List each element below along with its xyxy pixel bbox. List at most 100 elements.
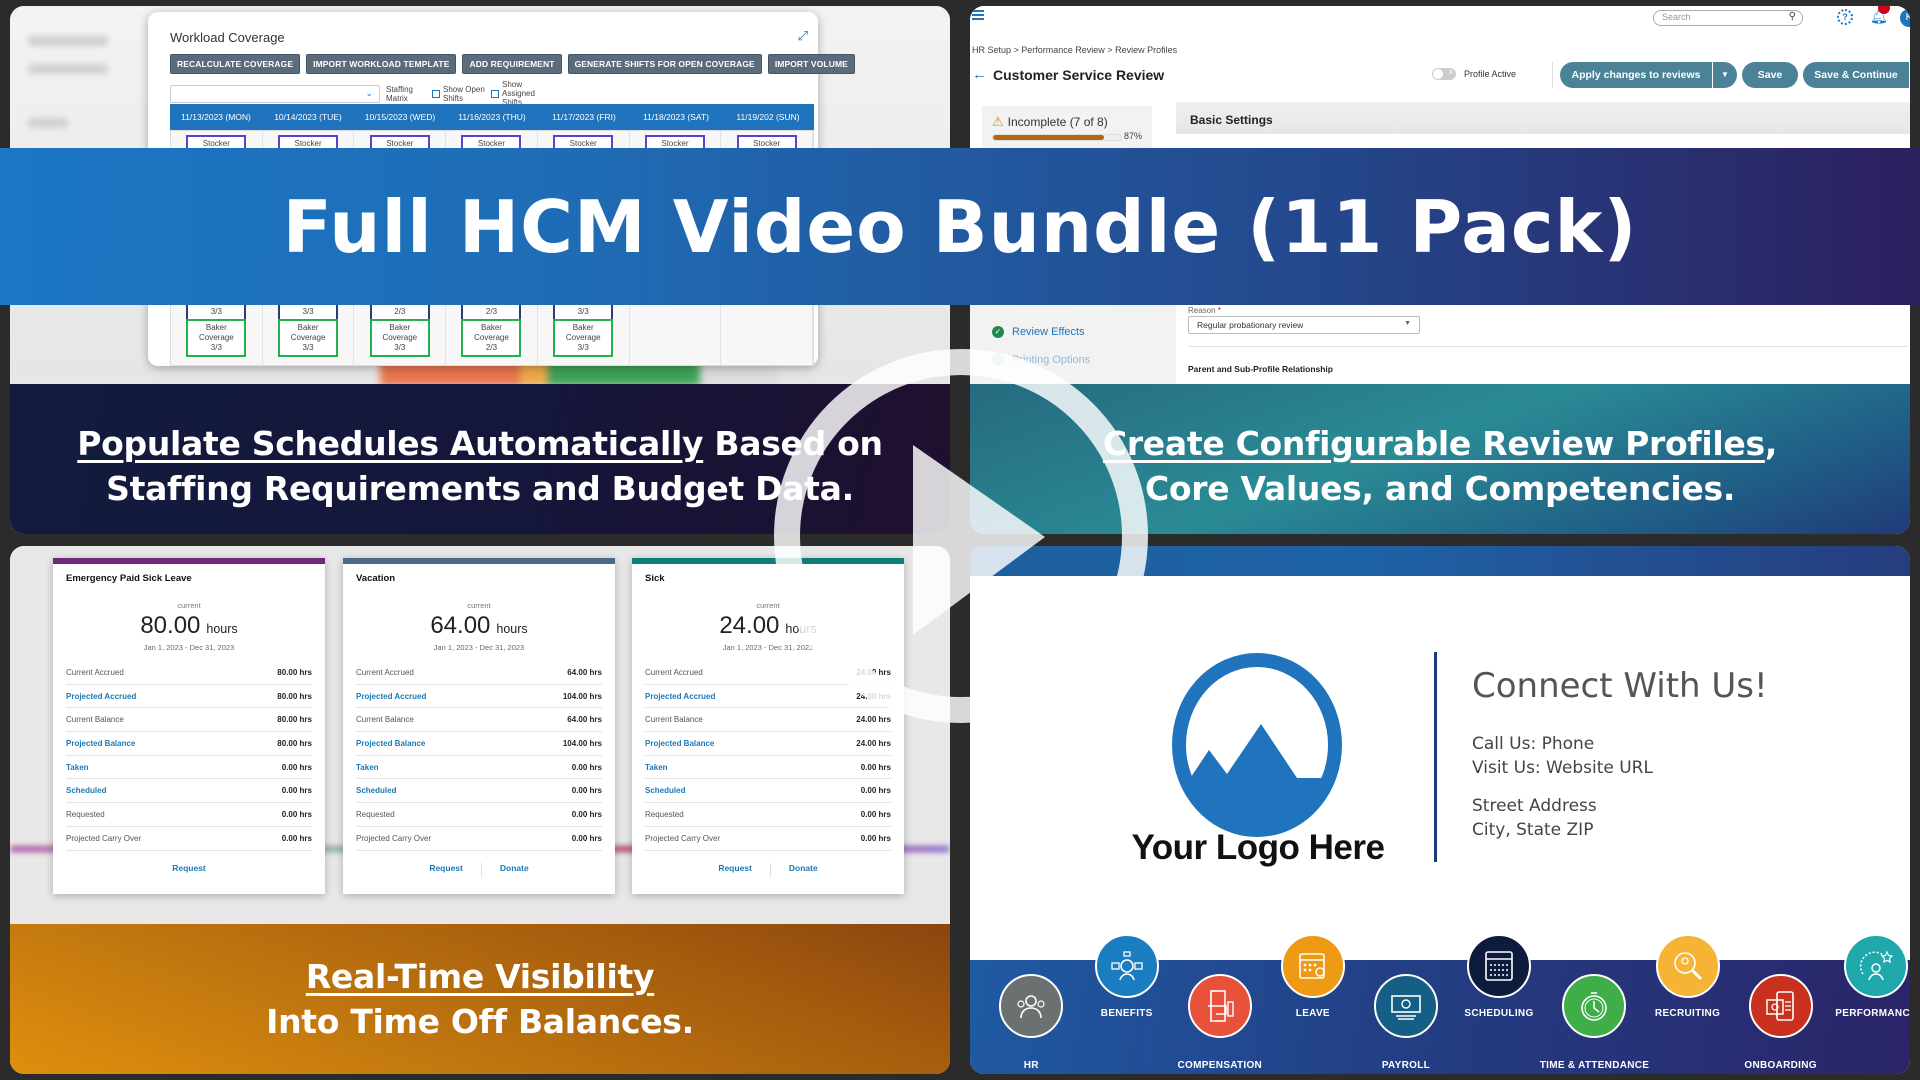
baker-coverage-cell[interactable]: Baker Coverage 3/3 bbox=[278, 319, 339, 357]
row-label[interactable]: Scheduled bbox=[66, 786, 106, 795]
request-link[interactable]: Request bbox=[411, 863, 481, 877]
module-circle bbox=[1655, 934, 1720, 998]
baker-coverage-cell[interactable]: Baker Coverage 3/3 bbox=[186, 319, 247, 357]
play-icon bbox=[913, 445, 1045, 635]
balance-row[interactable]: Projected Accrued 104.00 hrs bbox=[356, 685, 602, 709]
row-label[interactable]: Projected Accrued bbox=[356, 692, 426, 701]
row-label[interactable]: Projected Accrued bbox=[66, 692, 136, 701]
row-label[interactable]: Taken bbox=[356, 763, 379, 772]
toggle-switch[interactable]: x bbox=[1432, 67, 1456, 80]
balance-row[interactable]: Projected Balance 104.00 hrs bbox=[356, 732, 602, 756]
balance-row[interactable]: Taken 0.00 hrs bbox=[356, 756, 602, 780]
card-title: Emergency Paid Sick Leave bbox=[66, 573, 192, 584]
show-open-shifts-checkbox[interactable]: Show Open Shifts bbox=[432, 85, 485, 103]
profile-active-toggle[interactable]: x Profile Active bbox=[1432, 67, 1516, 80]
chevron-down-icon: ▼ bbox=[1404, 320, 1411, 327]
back-arrow-icon[interactable]: ← bbox=[972, 66, 987, 83]
request-link[interactable]: Request bbox=[700, 863, 770, 877]
module-circle bbox=[999, 974, 1064, 1038]
search-input[interactable]: Search ⚲ bbox=[1653, 10, 1803, 26]
generate-shifts-button[interactable]: GENERATE SHIFTS FOR OPEN COVERAGE bbox=[567, 54, 762, 74]
apply-dropdown-button[interactable]: ▼ bbox=[1713, 62, 1737, 88]
cell-label: Baker Coverage bbox=[290, 323, 326, 342]
balance-row[interactable]: Taken 0.00 hrs bbox=[645, 756, 891, 780]
row-label[interactable]: Projected Accrued bbox=[645, 692, 715, 701]
row-value: 24.00 hrs bbox=[856, 738, 891, 748]
show-assigned-shifts-checkbox[interactable]: Show Assigned Shifts bbox=[491, 80, 550, 107]
hours-value: 64.00 bbox=[430, 612, 491, 639]
module-circle bbox=[1466, 934, 1531, 998]
recruiting-icon bbox=[1673, 952, 1702, 981]
row-label[interactable]: Scheduled bbox=[356, 786, 396, 795]
balance-row[interactable]: Scheduled 0.00 hrs bbox=[66, 779, 312, 804]
module-payroll[interactable]: PAYROLL bbox=[1373, 974, 1438, 1071]
baker-coverage-cell[interactable]: Baker Coverage 2/3 bbox=[461, 319, 522, 357]
row-label: Current Accrued bbox=[356, 667, 414, 677]
breadcrumb[interactable]: HR Setup > Performance Review > Review P… bbox=[972, 45, 1177, 55]
module-hr[interactable]: HR bbox=[999, 974, 1064, 1071]
current-label: current bbox=[467, 601, 491, 610]
divider bbox=[1434, 652, 1437, 862]
caption-line-2: Into Time Off Balances. bbox=[266, 1002, 694, 1041]
day-header: 11/18/2023 (SAT) bbox=[643, 112, 709, 122]
banner-title: Full HCM Video Bundle (11 Pack) bbox=[282, 184, 1638, 269]
module-time-attendance[interactable]: TIME & ATTENDANCE bbox=[1540, 974, 1649, 1071]
checkbox-icon[interactable] bbox=[491, 89, 499, 98]
save-button[interactable]: Save bbox=[1742, 62, 1798, 88]
module-recruiting[interactable]: RECRUITING bbox=[1655, 934, 1720, 1019]
module-circle bbox=[1280, 934, 1345, 998]
street-text: Street Address bbox=[1472, 796, 1597, 816]
module-scheduling[interactable]: SCHEDULING bbox=[1464, 934, 1533, 1019]
step-review-effects[interactable]: ✓ Review Effects bbox=[992, 326, 1085, 338]
menu-icon[interactable] bbox=[972, 10, 984, 22]
request-link[interactable]: Request bbox=[154, 863, 224, 873]
module-onboarding[interactable]: ONBOARDING bbox=[1744, 974, 1817, 1071]
hours-value: 80.00 bbox=[140, 612, 201, 639]
expand-icon[interactable]: ⤢ bbox=[798, 28, 808, 44]
import-workload-template-button[interactable]: IMPORT WORKLOAD TEMPLATE bbox=[306, 54, 457, 74]
baker-coverage-cell[interactable]: Baker Coverage 3/3 bbox=[553, 319, 614, 357]
row-label: Current Balance bbox=[645, 715, 703, 725]
balance-row[interactable]: Projected Accrued 80.00 hrs bbox=[66, 685, 312, 709]
checkbox-icon[interactable] bbox=[432, 89, 440, 98]
play-button[interactable] bbox=[770, 345, 1152, 727]
balance-row: Projected Carry Over 0.00 hrs bbox=[356, 827, 602, 851]
avatar[interactable]: K bbox=[1900, 9, 1910, 27]
baker-coverage-cell[interactable]: Baker Coverage 3/3 bbox=[369, 319, 430, 357]
card-title: Vacation bbox=[356, 573, 396, 584]
balance-row[interactable]: Taken 0.00 hrs bbox=[66, 756, 312, 780]
apply-changes-button[interactable]: Apply changes to reviews bbox=[1560, 62, 1712, 88]
balance-row[interactable]: Scheduled 0.00 hrs bbox=[645, 779, 891, 804]
module-performance[interactable]: PERFORMANCE bbox=[1835, 934, 1910, 1019]
import-volume-button[interactable]: IMPORT VOLUME bbox=[767, 54, 855, 74]
donate-link[interactable]: Donate bbox=[771, 863, 836, 877]
onboarding-icon bbox=[1765, 991, 1794, 1021]
donate-link[interactable]: Donate bbox=[482, 863, 547, 877]
balance-row: Requested 0.00 hrs bbox=[645, 803, 891, 827]
performance-icon bbox=[1860, 950, 1894, 981]
row-label[interactable]: Taken bbox=[645, 763, 668, 772]
save-continue-button[interactable]: Save & Continue bbox=[1803, 62, 1909, 88]
row-label[interactable]: Scheduled bbox=[645, 786, 685, 795]
row-label[interactable]: Taken bbox=[66, 763, 89, 772]
search-icon[interactable]: ⚲ bbox=[1789, 11, 1796, 22]
module-benefits[interactable]: BENEFITS bbox=[1094, 934, 1159, 1019]
reason-select[interactable]: Regular probationary review ▼ bbox=[1188, 316, 1420, 334]
add-requirement-button[interactable]: ADD REQUIREMENT bbox=[462, 54, 562, 74]
caption-highlight: Create Configurable Review Profiles bbox=[1102, 424, 1765, 463]
filter-row: ⌄ Staffing Matrix Show Open Shifts Show … bbox=[170, 80, 550, 107]
balance-row[interactable]: Projected Balance 80.00 hrs bbox=[66, 732, 312, 756]
balance-row[interactable]: Scheduled 0.00 hrs bbox=[356, 779, 602, 804]
module-leave[interactable]: LEAVE bbox=[1280, 934, 1345, 1019]
module-compensation[interactable]: COMPENSATION bbox=[1178, 974, 1262, 1071]
help-icon[interactable]: ? bbox=[1837, 9, 1853, 25]
staffing-matrix-select[interactable]: ⌄ bbox=[170, 84, 380, 103]
recalculate-coverage-button[interactable]: RECALCULATE COVERAGE bbox=[170, 54, 301, 74]
row-label[interactable]: Projected Balance bbox=[356, 739, 425, 748]
row-label[interactable]: Projected Balance bbox=[645, 739, 714, 748]
balance-row[interactable]: Projected Balance 24.00 hrs bbox=[645, 732, 891, 756]
balance-row: Projected Carry Over 0.00 hrs bbox=[645, 827, 891, 851]
row-value: 0.00 hrs bbox=[281, 786, 312, 796]
module-circle bbox=[1094, 934, 1159, 998]
row-label[interactable]: Projected Balance bbox=[66, 739, 135, 748]
